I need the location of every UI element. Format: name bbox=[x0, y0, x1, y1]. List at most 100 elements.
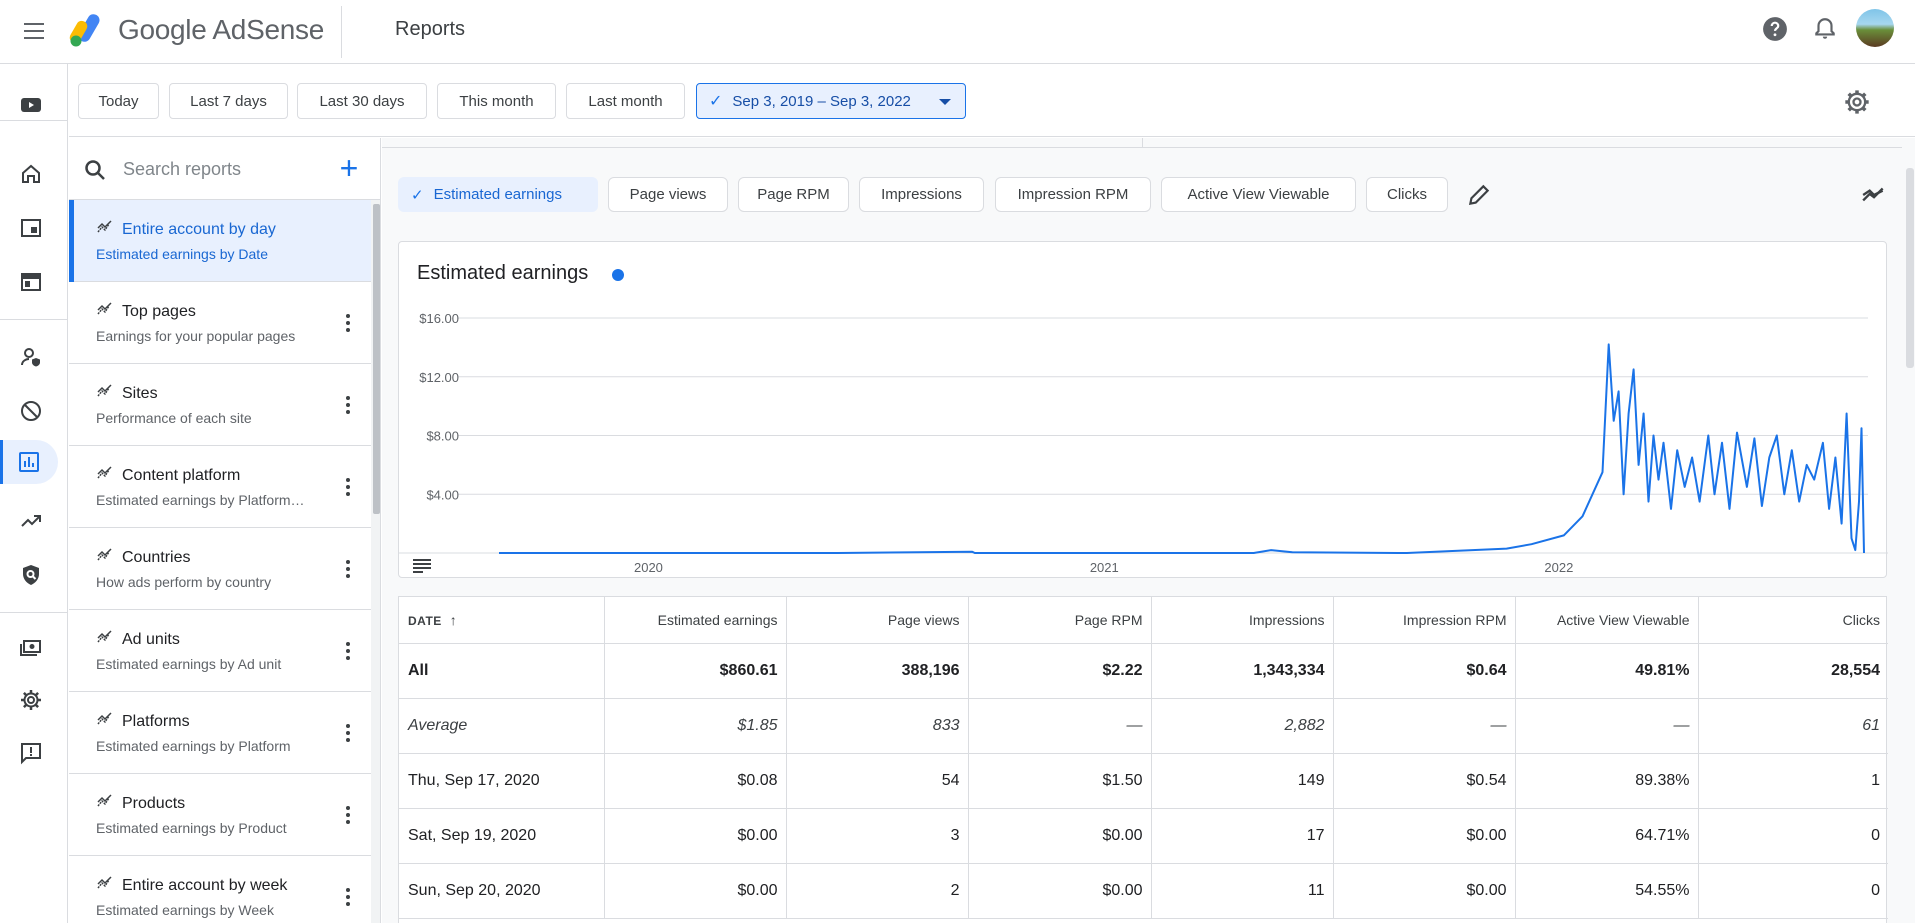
privacy-messaging-icon[interactable] bbox=[4, 335, 58, 379]
table-cell: $860.61 bbox=[604, 643, 787, 699]
main-menu-icon[interactable] bbox=[18, 18, 50, 46]
report-settings-gear-icon[interactable] bbox=[1843, 88, 1871, 116]
report-item-ad-units[interactable]: Ad units Estimated earnings by Ad unit bbox=[69, 610, 371, 692]
range-last-month-button[interactable]: Last month bbox=[566, 83, 685, 119]
metric-chip-page-views[interactable]: Page views bbox=[608, 177, 728, 212]
home-icon[interactable] bbox=[4, 152, 58, 196]
table-cell: $0.64 bbox=[1333, 643, 1516, 699]
report-sparkline-icon bbox=[97, 630, 112, 643]
blocking-controls-icon[interactable] bbox=[4, 389, 58, 433]
report-item-content-platform[interactable]: Content platform Estimated earnings by P… bbox=[69, 446, 371, 528]
check-icon: ✓ bbox=[709, 93, 723, 110]
report-item-countries[interactable]: Countries How ads perform by country bbox=[69, 528, 371, 610]
metric-chip-clicks[interactable]: Clicks bbox=[1366, 177, 1448, 212]
report-item-sites[interactable]: Sites Performance of each site bbox=[69, 364, 371, 446]
table-cell: $0.54 bbox=[1333, 753, 1516, 809]
report-item-entire-account-by-week[interactable]: Entire account by week Estimated earning… bbox=[69, 856, 371, 923]
metric-chip-impression-rpm[interactable]: Impression RPM bbox=[995, 177, 1151, 212]
report-name: Top pages bbox=[122, 303, 196, 320]
table-cell: $0.00 bbox=[604, 863, 787, 919]
main-scrollbar[interactable] bbox=[1904, 168, 1915, 923]
payments-icon[interactable] bbox=[4, 625, 58, 669]
table-row: Sun, Sep 20, 2020 $0.00 2 $0.00 11 $0.00… bbox=[399, 863, 1888, 919]
more-options-icon[interactable] bbox=[340, 804, 356, 828]
metric-chip-active-view-viewable[interactable]: Active View Viewable bbox=[1161, 177, 1356, 212]
report-list-scrollbar[interactable] bbox=[371, 200, 380, 923]
column-header-page-views[interactable]: Page views bbox=[786, 597, 969, 644]
column-header-impression-rpm[interactable]: Impression RPM bbox=[1333, 597, 1516, 644]
report-sparkline-icon bbox=[97, 302, 112, 315]
search-reports-input[interactable] bbox=[123, 154, 323, 184]
report-description: Estimated earnings by Platform bbox=[96, 738, 291, 754]
chart-menu-icon[interactable] bbox=[413, 559, 431, 573]
help-icon[interactable] bbox=[1762, 16, 1788, 42]
report-description: Earnings for your popular pages bbox=[96, 328, 296, 344]
report-sparkline-icon bbox=[97, 220, 112, 233]
sites-icon[interactable] bbox=[4, 206, 58, 250]
table-cell: 61 bbox=[1698, 698, 1888, 754]
table-cell: 833 bbox=[786, 698, 969, 754]
metric-chip-page-rpm[interactable]: Page RPM bbox=[738, 177, 849, 212]
custom-date-range-dropdown[interactable]: ✓ Sep 3, 2019 – Sep 3, 2022 bbox=[696, 83, 966, 119]
column-header-estimated-earnings[interactable]: Estimated earnings bbox=[604, 597, 787, 644]
series-line-estimated-earnings bbox=[499, 343, 1865, 554]
saved-reports-panel: + Entire account by day Estimated earnin… bbox=[69, 138, 381, 923]
scrollbar-thumb[interactable] bbox=[1906, 168, 1914, 368]
report-sparkline-icon bbox=[97, 384, 112, 397]
more-options-icon[interactable] bbox=[340, 476, 356, 500]
table-cell: 89.38% bbox=[1515, 753, 1699, 809]
more-options-icon[interactable] bbox=[340, 640, 356, 664]
column-header-impressions[interactable]: Impressions bbox=[1151, 597, 1334, 644]
account-settings-icon[interactable] bbox=[4, 678, 58, 722]
range-last-7-days-button[interactable]: Last 7 days bbox=[169, 83, 288, 119]
account-avatar[interactable] bbox=[1856, 9, 1894, 47]
report-description: Estimated earnings by Ad unit bbox=[96, 656, 282, 672]
rail-divider bbox=[0, 120, 68, 121]
report-item-platforms[interactable]: Platforms Estimated earnings by Platform bbox=[69, 692, 371, 774]
feedback-icon[interactable] bbox=[4, 731, 58, 775]
table-cell: 1,343,334 bbox=[1151, 643, 1334, 699]
notifications-icon[interactable] bbox=[1812, 16, 1838, 42]
more-options-icon[interactable] bbox=[340, 722, 356, 746]
report-item-entire-account-by-day[interactable]: Entire account by day Estimated earnings… bbox=[69, 200, 371, 282]
column-header-date[interactable]: DATE ↑ bbox=[399, 597, 605, 644]
column-header-active-view-viewable[interactable]: Active View Viewable bbox=[1515, 597, 1699, 644]
report-item-top-pages[interactable]: Top pages Earnings for your popular page… bbox=[69, 282, 371, 364]
ads-icon[interactable] bbox=[4, 260, 58, 304]
table-header-edge bbox=[382, 138, 1902, 148]
metric-chip-impressions[interactable]: Impressions bbox=[859, 177, 984, 212]
range-this-month-button[interactable]: This month bbox=[437, 83, 556, 119]
column-header-clicks[interactable]: Clicks bbox=[1698, 597, 1888, 644]
app-header: Google AdSense Reports bbox=[0, 0, 1915, 64]
table-cell: 0 bbox=[1698, 863, 1888, 919]
policy-center-icon[interactable] bbox=[4, 553, 58, 597]
reports-icon[interactable] bbox=[0, 440, 58, 484]
scrollbar-thumb[interactable] bbox=[373, 204, 380, 514]
chart-type-icon[interactable] bbox=[1861, 182, 1887, 208]
rail-divider bbox=[0, 319, 68, 320]
table-cell: Thu, Sep 17, 2020 bbox=[399, 753, 605, 809]
metric-chip-estimated-earnings[interactable]: ✓ Estimated earnings bbox=[398, 177, 598, 212]
x-tick-label: 2022 bbox=[1544, 560, 1573, 575]
table-cell: Sat, Sep 19, 2020 bbox=[399, 808, 605, 864]
column-header-page-rpm[interactable]: Page RPM bbox=[968, 597, 1152, 644]
optimization-icon[interactable] bbox=[4, 499, 58, 543]
edit-metrics-pencil-icon[interactable] bbox=[1466, 182, 1492, 208]
report-item-products[interactable]: Products Estimated earnings by Product bbox=[69, 774, 371, 856]
more-options-icon[interactable] bbox=[340, 886, 356, 910]
table-cell: 3 bbox=[786, 808, 969, 864]
table-cell: 1 bbox=[1698, 753, 1888, 809]
more-options-icon[interactable] bbox=[340, 558, 356, 582]
range-last-30-days-button[interactable]: Last 30 days bbox=[297, 83, 427, 119]
range-today-button[interactable]: Today bbox=[78, 83, 159, 119]
x-tick-label: 2020 bbox=[634, 560, 663, 575]
more-options-icon[interactable] bbox=[340, 394, 356, 418]
report-name: Entire account by day bbox=[122, 221, 276, 238]
report-sparkline-icon bbox=[97, 466, 112, 479]
date-range-bar: Today Last 7 days Last 30 days This mont… bbox=[69, 65, 1915, 137]
add-report-icon[interactable]: + bbox=[335, 152, 363, 184]
table-cell: $1.85 bbox=[604, 698, 787, 754]
adsense-logo bbox=[69, 14, 100, 47]
more-options-icon[interactable] bbox=[340, 312, 356, 336]
y-tick-label: $8.00 bbox=[426, 429, 459, 444]
